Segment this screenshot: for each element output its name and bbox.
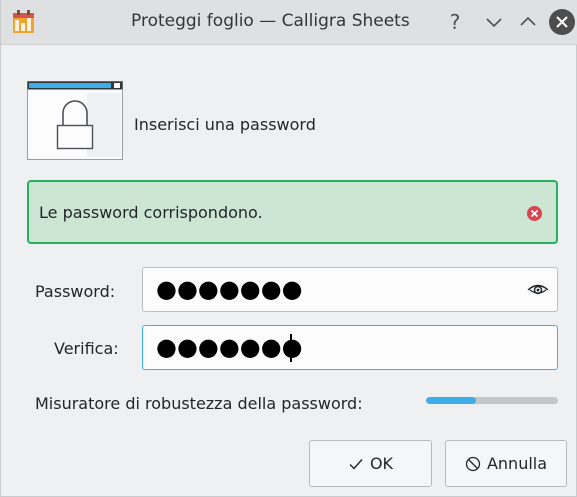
verify-password-dots: ●●●●●●● [156, 333, 303, 361]
help-button[interactable]: ? [443, 10, 467, 34]
verify-password-input[interactable]: ●●●●●●● [142, 325, 558, 370]
cancel-button[interactable]: Annulla [445, 440, 567, 487]
chevron-down-icon [486, 18, 502, 28]
calligra-sheets-app-icon [13, 10, 34, 33]
message-box-success: Le password corrispondono. [27, 180, 558, 244]
password-strength-meter [426, 397, 558, 404]
maximize-button[interactable] [516, 10, 540, 34]
close-circle-icon[interactable] [527, 206, 542, 221]
ok-button-label: OK [369, 454, 394, 473]
lock-window-icon [27, 81, 123, 160]
text-cursor [290, 334, 292, 362]
checkmark-icon [349, 458, 363, 470]
close-icon [556, 16, 568, 28]
verify-label: Verifica: [54, 339, 119, 358]
strength-meter-label: Misuratore di robustezza della password: [35, 394, 363, 413]
close-button[interactable] [549, 9, 575, 35]
minimize-button[interactable] [482, 10, 506, 34]
cancel-circle-icon [465, 456, 481, 471]
message-text: Le password corrispondono. [39, 203, 263, 222]
cancel-button-label: Annulla [486, 454, 548, 473]
chevron-up-icon [520, 16, 536, 26]
password-input[interactable]: ●●●●●●● [142, 267, 558, 312]
dialog-window: Proteggi foglio — Calligra Sheets ? Inse… [0, 0, 577, 497]
title-bar[interactable]: Proteggi foglio — Calligra Sheets ? [1, 0, 577, 45]
close-x-icon [530, 209, 539, 218]
password-dots: ●●●●●●● [156, 275, 303, 303]
window-title: Proteggi foglio — Calligra Sheets [131, 11, 410, 31]
ok-button[interactable]: OK [309, 440, 432, 487]
header-text: Inserisci una password [134, 115, 316, 134]
password-label: Password: [35, 282, 116, 301]
show-password-eye-icon[interactable] [527, 281, 549, 299]
strength-meter-fill [426, 397, 477, 404]
